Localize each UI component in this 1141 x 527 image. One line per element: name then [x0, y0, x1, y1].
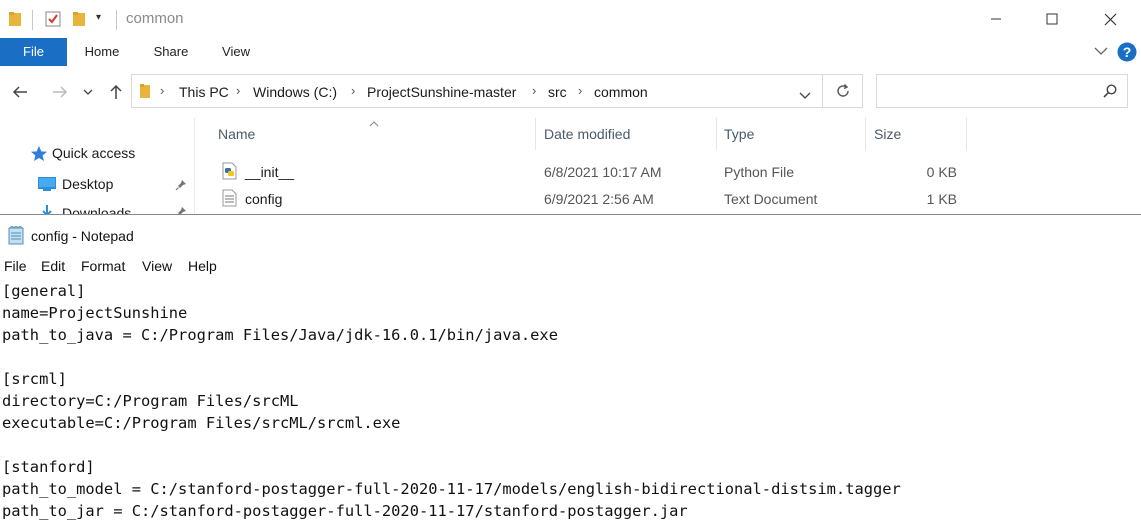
- file-name: __init__: [245, 164, 295, 180]
- file-size: 0 KB: [926, 164, 957, 180]
- file-date-modified: 6/8/2021 10:17 AM: [544, 164, 662, 180]
- star-icon: [30, 146, 48, 165]
- menu-help[interactable]: Help: [188, 258, 217, 274]
- pane-divider: [194, 118, 195, 214]
- text-line: name=ProjectSunshine: [2, 304, 188, 322]
- menu-edit[interactable]: Edit: [41, 258, 65, 274]
- customize-toolbar-dropdown-icon[interactable]: ▾: [96, 12, 101, 23]
- folder-icon: [139, 83, 151, 102]
- breadcrumb-chevron-icon[interactable]: ›: [578, 83, 582, 98]
- up-button[interactable]: [104, 80, 128, 104]
- text-line: directory=C:/Program Files/srcML: [2, 392, 299, 410]
- text-line: path_to_java = C:/Program Files/Java/jdk…: [2, 326, 558, 344]
- menu-format[interactable]: Format: [81, 258, 125, 274]
- text-line: [stanford]: [2, 458, 95, 476]
- minimize-icon: [991, 18, 1001, 20]
- breadcrumb-common[interactable]: common: [594, 84, 648, 100]
- breadcrumb-chevron-icon[interactable]: ›: [160, 83, 164, 98]
- file-type: Python File: [724, 164, 795, 180]
- file-row[interactable]: config 6/9/2021 2:56 AM Text Document 1 …: [210, 187, 970, 211]
- breadcrumb-this-pc[interactable]: This PC: [179, 84, 229, 100]
- desktop-icon: [38, 177, 56, 194]
- forward-button[interactable]: [48, 80, 72, 104]
- text-document-icon: [222, 189, 238, 210]
- file-type: Text Document: [724, 191, 818, 207]
- pin-icon[interactable]: [175, 205, 187, 214]
- minimize-button[interactable]: [968, 0, 1024, 38]
- ribbon-tab-view[interactable]: View: [214, 38, 258, 66]
- back-button[interactable]: [8, 80, 32, 104]
- column-header-size[interactable]: Size: [874, 126, 901, 142]
- back-arrow-icon: [12, 86, 27, 98]
- breadcrumb-projectsunshine-master[interactable]: ProjectSunshine-master: [367, 84, 516, 100]
- column-header-name[interactable]: Name: [218, 126, 255, 142]
- notepad-window: config - Notepad File Edit Format View H…: [0, 214, 1141, 527]
- expand-ribbon-chevron-icon[interactable]: [1094, 43, 1108, 59]
- svg-text:?: ?: [1123, 44, 1132, 60]
- column-separator[interactable]: [865, 118, 866, 150]
- download-arrow-icon: [40, 205, 54, 214]
- address-bar[interactable]: › This PC › Windows (C:) › ProjectSunshi…: [131, 74, 823, 108]
- nav-item-label: Downloads: [62, 205, 132, 214]
- close-button[interactable]: [1082, 0, 1138, 38]
- nav-item-downloads[interactable]: Downloads: [38, 205, 190, 214]
- python-file-icon: [222, 162, 238, 183]
- file-name: config: [245, 191, 283, 207]
- maximize-icon: [1046, 13, 1058, 25]
- new-folder-icon[interactable]: [72, 11, 86, 30]
- nav-item-label: Desktop: [62, 176, 114, 192]
- nav-item-label: Quick access: [52, 145, 136, 161]
- maximize-button[interactable]: [1024, 0, 1080, 38]
- nav-item-desktop[interactable]: Desktop: [38, 175, 190, 195]
- breadcrumb-chevron-icon[interactable]: ›: [532, 83, 536, 98]
- window-title: common: [126, 10, 184, 27]
- column-separator[interactable]: [535, 118, 536, 150]
- menu-view[interactable]: View: [142, 258, 172, 274]
- text-line: [general]: [2, 282, 86, 300]
- file-row[interactable]: __init__ 6/8/2021 10:17 AM Python File 0…: [210, 160, 970, 184]
- search-input[interactable]: [881, 79, 1095, 105]
- ribbon-tab-share[interactable]: Share: [146, 38, 196, 66]
- close-icon: [1104, 13, 1116, 25]
- text-line: path_to_model = C:/stanford-postagger-fu…: [2, 480, 901, 498]
- breadcrumb-chevron-icon[interactable]: ›: [236, 83, 240, 98]
- breadcrumb-src[interactable]: src: [548, 84, 567, 100]
- folder-icon[interactable]: [8, 11, 22, 30]
- column-header-date-modified[interactable]: Date modified: [544, 126, 630, 142]
- menu-file[interactable]: File: [4, 258, 27, 274]
- text-line: executable=C:/Program Files/srcML/srcml.…: [2, 414, 401, 432]
- toolbar-separator: [116, 10, 117, 30]
- up-arrow-icon: [110, 84, 122, 99]
- file-explorer-window: ▾ common File Home Share View ? › This P…: [0, 0, 1141, 214]
- window-title: config - Notepad: [31, 228, 134, 244]
- forward-arrow-icon: [53, 86, 68, 98]
- column-separator[interactable]: [966, 118, 967, 150]
- ribbon-tab-file[interactable]: File: [0, 38, 67, 66]
- ribbon-tab-home[interactable]: Home: [78, 38, 126, 66]
- text-line: [srcml]: [2, 370, 67, 388]
- refresh-icon: [836, 84, 849, 97]
- file-size: 1 KB: [926, 191, 957, 207]
- file-date-modified: 6/9/2021 2:56 AM: [544, 191, 654, 207]
- address-history-chevron-icon[interactable]: [799, 87, 811, 103]
- sort-ascending-icon: [369, 114, 379, 130]
- pin-icon[interactable]: [175, 178, 187, 194]
- refresh-button[interactable]: [823, 74, 863, 108]
- toolbar-separator: [32, 10, 33, 30]
- breadcrumb-windows-c[interactable]: Windows (C:): [253, 84, 337, 100]
- search-box[interactable]: [876, 74, 1128, 108]
- recent-locations-button[interactable]: [78, 80, 98, 104]
- search-icon[interactable]: [1103, 84, 1117, 101]
- help-icon[interactable]: ?: [1117, 42, 1137, 65]
- chevron-down-icon: [83, 89, 93, 95]
- properties-icon[interactable]: [44, 10, 62, 31]
- text-editor-area[interactable]: [general] name=ProjectSunshine path_to_j…: [2, 280, 901, 522]
- breadcrumb-chevron-icon[interactable]: ›: [351, 83, 355, 98]
- column-header-type[interactable]: Type: [724, 126, 754, 142]
- column-separator[interactable]: [716, 118, 717, 150]
- notepad-icon: [7, 225, 25, 248]
- text-line: path_to_jar = C:/stanford-postagger-full…: [2, 502, 688, 520]
